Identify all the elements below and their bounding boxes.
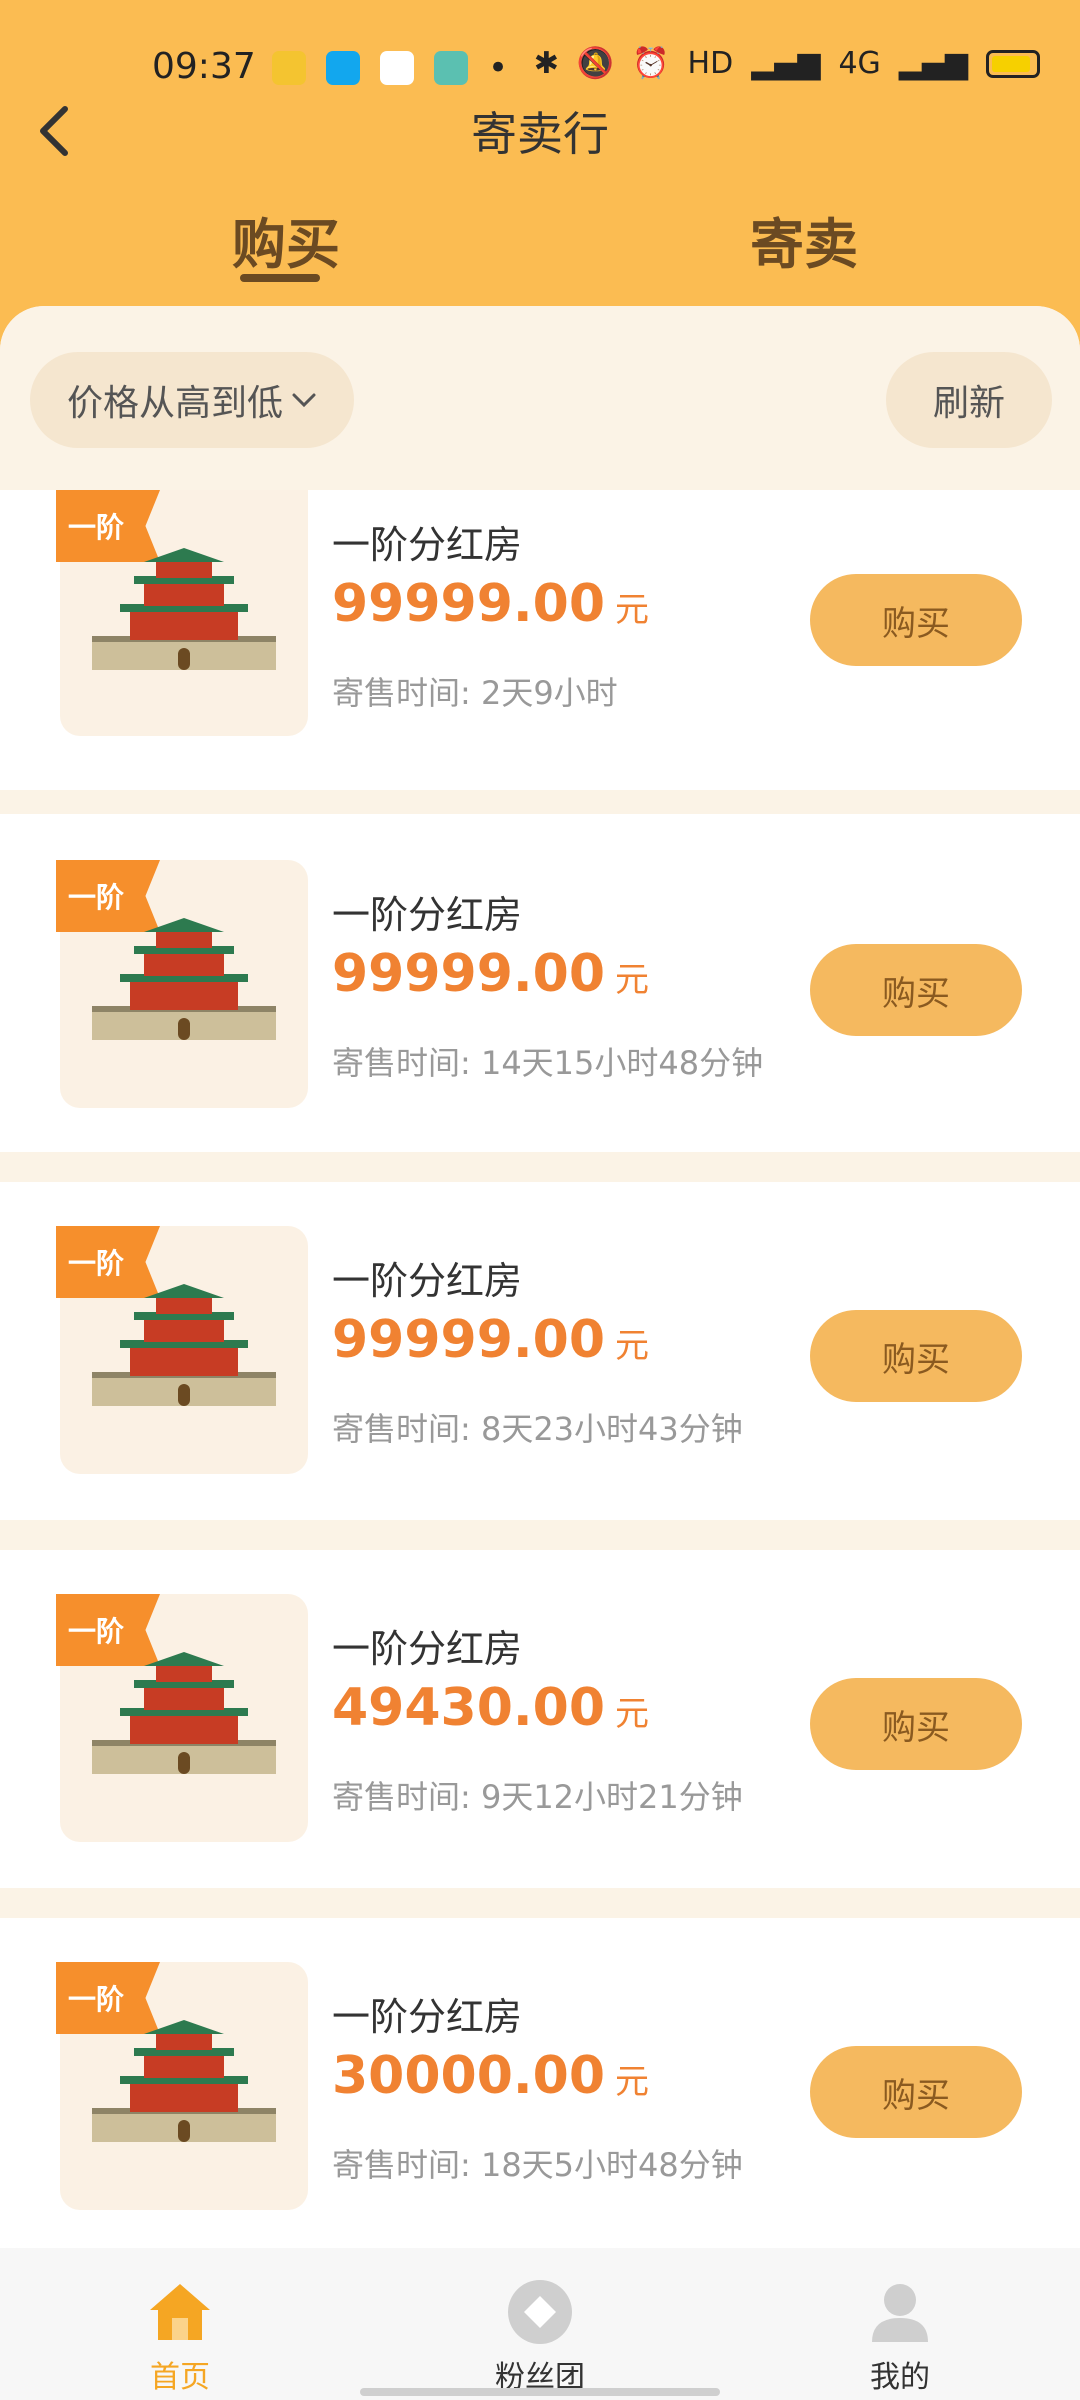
price-value: 30000.00 xyxy=(332,2046,606,2106)
price-unit: 元 xyxy=(615,960,650,1000)
main-content: 价格从高到低 刷新 一阶 一阶分红房 99999.00 元 寄售时间: 2天9小… xyxy=(0,306,1080,2248)
property-thumbnail: 一阶 xyxy=(56,1226,308,1474)
home-icon xyxy=(150,2284,210,2340)
property-thumbnail: 一阶 xyxy=(56,1962,308,2210)
home-indicator xyxy=(360,2388,720,2396)
item-name: 一阶分红房 xyxy=(332,893,523,937)
nav-home[interactable]: 首页 xyxy=(80,2248,280,2400)
bell-tower-icon xyxy=(92,548,276,670)
price-value: 99999.00 xyxy=(332,574,606,634)
item-name: 一阶分红房 xyxy=(332,1627,523,1671)
consign-time: 寄售时间: 18天5小时48分钟 xyxy=(332,2146,743,2184)
listing-card: 一阶 一阶分红房 99999.00 元 寄售时间: 2天9小时 购买 xyxy=(0,490,1080,790)
price-value: 99999.00 xyxy=(332,944,606,1004)
battery-icon xyxy=(986,49,1040,78)
tab-consign[interactable]: 寄卖 xyxy=(750,200,858,279)
listing-card: 一阶 一阶分红房 99999.00 元 寄售时间: 14天15小时48分钟 购买 xyxy=(0,814,1080,1152)
bluetooth-icon: ✱ xyxy=(533,46,559,81)
listing-card: 一阶 一阶分红房 30000.00 元 寄售时间: 18天5小时48分钟 购买 xyxy=(0,1918,1080,2248)
property-thumbnail: 一阶 xyxy=(56,1594,308,1842)
store-app-icon xyxy=(434,51,468,85)
item-price: 49430.00 元 xyxy=(332,1678,649,1738)
user-icon xyxy=(872,2284,928,2342)
bell-tower-icon xyxy=(92,1284,276,1406)
buy-button[interactable]: 购买 xyxy=(810,1310,1022,1402)
more-notifications-icon: • xyxy=(488,48,509,88)
signal-icon: ▂▄▆ xyxy=(751,46,821,81)
consign-time: 寄售时间: 9天12小时21分钟 xyxy=(332,1778,743,1816)
bottom-navigation: 首页 粉丝团 我的 xyxy=(0,2248,1080,2400)
price-unit: 元 xyxy=(615,590,650,630)
status-time: 09:37 xyxy=(152,46,256,87)
buy-button[interactable]: 购买 xyxy=(810,2046,1022,2138)
mute-icon: 🔕 xyxy=(576,46,615,81)
item-price: 99999.00 元 xyxy=(332,574,649,634)
refresh-button[interactable]: 刷新 xyxy=(886,352,1052,448)
sort-label: 价格从高到低 xyxy=(66,383,283,424)
hd-label: HD xyxy=(687,46,734,81)
nav-me[interactable]: 我的 xyxy=(800,2248,1000,2400)
page-title: 寄卖行 xyxy=(471,107,609,161)
browser-app-icon xyxy=(380,51,414,85)
price-value: 99999.00 xyxy=(332,1310,606,1370)
item-name: 一阶分红房 xyxy=(332,1259,523,1303)
item-price: 99999.00 元 xyxy=(332,1310,649,1370)
notes-app-icon xyxy=(272,51,306,85)
item-name: 一阶分红房 xyxy=(332,523,523,567)
tab-buy[interactable]: 购买 xyxy=(232,200,340,279)
bell-tower-icon xyxy=(92,1652,276,1774)
network-label: 4G xyxy=(838,46,881,81)
status-app-icons: • xyxy=(272,48,508,88)
signal-icon-2: ▂▄▆ xyxy=(898,46,968,81)
status-indicators: ✱ 🔕 ⏰ HD ▂▄▆ 4G ▂▄▆ xyxy=(534,46,1040,81)
status-bar: 09:37 • ✱ 🔕 ⏰ HD ▂▄▆ 4G ▂▄▆ xyxy=(0,40,1080,96)
nav-me-label: 我的 xyxy=(870,2360,930,2395)
nav-home-label: 首页 xyxy=(150,2360,210,2395)
consign-time: 寄售时间: 8天23小时43分钟 xyxy=(332,1410,743,1448)
sort-dropdown[interactable]: 价格从高到低 xyxy=(30,352,354,448)
property-thumbnail: 一阶 xyxy=(56,860,308,1108)
diamond-icon xyxy=(508,2280,572,2344)
consign-time: 寄售时间: 2天9小时 xyxy=(332,674,618,712)
bell-tower-icon xyxy=(92,2020,276,2142)
buy-button[interactable]: 购买 xyxy=(810,1678,1022,1770)
price-unit: 元 xyxy=(615,2062,650,2102)
tab-active-indicator xyxy=(240,274,320,282)
listing-card: 一阶 一阶分红房 99999.00 元 寄售时间: 8天23小时43分钟 购买 xyxy=(0,1182,1080,1520)
buy-button[interactable]: 购买 xyxy=(810,944,1022,1036)
qq-app-icon xyxy=(326,51,360,85)
price-value: 49430.00 xyxy=(332,1678,606,1738)
alarm-icon: ⏰ xyxy=(632,46,670,81)
price-unit: 元 xyxy=(615,1326,650,1366)
price-unit: 元 xyxy=(615,1694,650,1734)
nav-fans[interactable]: 粉丝团 xyxy=(440,2248,640,2400)
filter-toolbar: 价格从高到低 刷新 xyxy=(0,306,1080,490)
item-price: 30000.00 元 xyxy=(332,2046,649,2106)
item-name: 一阶分红房 xyxy=(332,1995,523,2039)
bell-tower-icon xyxy=(92,918,276,1040)
consign-time: 寄售时间: 14天15小时48分钟 xyxy=(332,1044,764,1082)
listing-card: 一阶 一阶分红房 49430.00 元 寄售时间: 9天12小时21分钟 购买 xyxy=(0,1550,1080,1888)
chevron-down-icon xyxy=(292,393,316,408)
buy-button[interactable]: 购买 xyxy=(810,574,1022,666)
item-price: 99999.00 元 xyxy=(332,944,649,1004)
property-thumbnail: 一阶 xyxy=(56,490,308,736)
